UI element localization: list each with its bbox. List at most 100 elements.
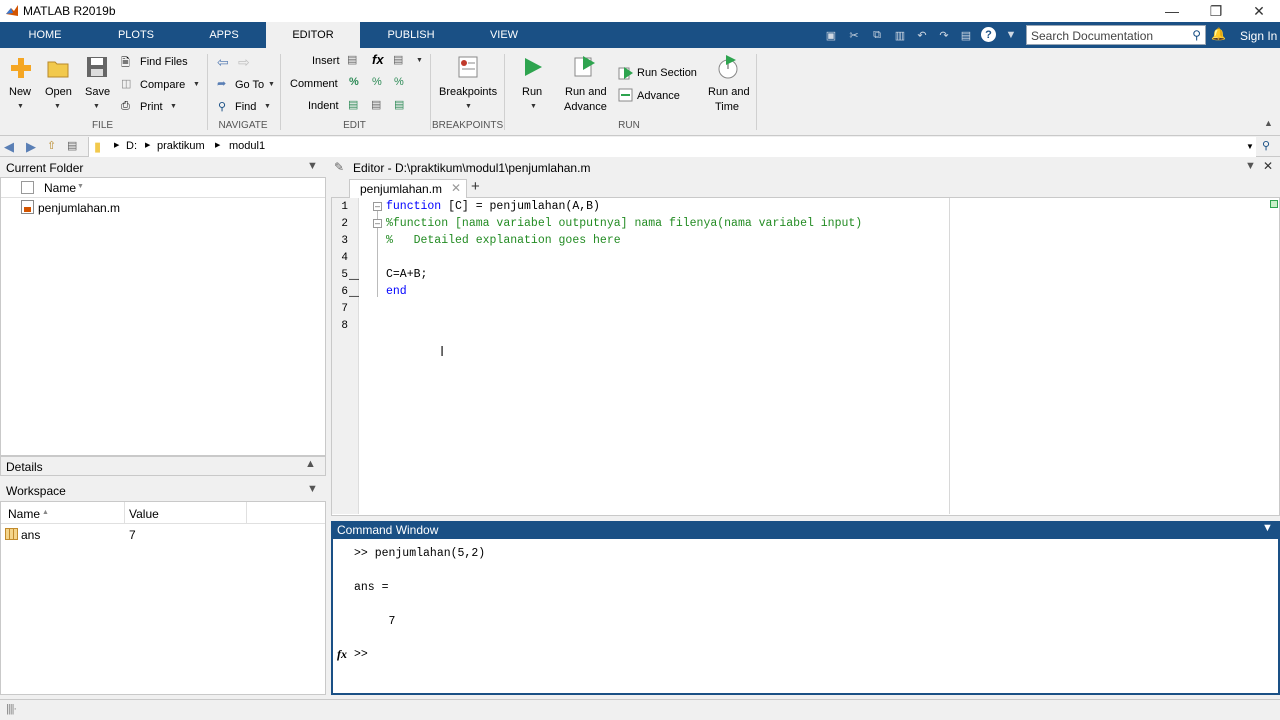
copy-quick-icon[interactable]: ⧉ [869, 27, 885, 43]
insert-icon[interactable]: ▤ [347, 53, 357, 66]
fx-function-browser-icon[interactable]: fx [337, 647, 347, 662]
open-button[interactable]: Open [45, 86, 72, 98]
editor-menu-icon[interactable]: ▼ [1245, 160, 1256, 172]
undo-quick-icon[interactable]: ↶ [914, 27, 930, 43]
find-button[interactable]: Find [235, 101, 256, 113]
wrap-comment-icon[interactable]: % [394, 76, 404, 88]
collapse-details-icon[interactable]: ▲ [305, 458, 316, 470]
indent-button[interactable]: Indent [308, 100, 339, 112]
code-analyzer-indicator-icon[interactable] [1270, 200, 1278, 208]
code-line-3[interactable]: % Detailed explanation goes here [386, 234, 621, 247]
fold-function-icon[interactable]: – [373, 202, 382, 211]
comment-button[interactable]: Comment [290, 78, 338, 90]
sort-icon[interactable]: ▼ [77, 183, 84, 190]
code-line-6[interactable]: end [386, 285, 407, 298]
tab-view[interactable]: VIEW [462, 22, 546, 48]
notification-bell-icon[interactable]: 🔔 [1211, 27, 1226, 41]
run-and-advance-line2[interactable]: Advance [564, 101, 607, 113]
help-icon[interactable]: ? [981, 27, 996, 42]
code-line-5[interactable]: C=A+B; [386, 268, 427, 281]
go-to-button[interactable]: Go To [235, 79, 264, 91]
close-editor-icon[interactable]: ✕ [1263, 159, 1273, 173]
path-folder-praktikum[interactable]: praktikum [157, 140, 205, 152]
forward-arrow-icon[interactable]: ⇨ [238, 54, 250, 71]
command-window-menu-icon[interactable]: ▼ [1262, 522, 1273, 534]
file-list-item[interactable]: penjumlahan.m [38, 201, 120, 215]
workspace-name-column[interactable]: Name [8, 507, 40, 521]
insert-button[interactable]: Insert [312, 55, 340, 67]
close-icon[interactable]: ✕ [1237, 0, 1280, 22]
advance-button[interactable]: Advance [637, 90, 680, 102]
find-dropdown-icon[interactable]: ▼ [264, 103, 271, 110]
search-folder-icon[interactable]: ⚲ [1262, 139, 1270, 152]
restore-icon[interactable]: ❐ [1194, 0, 1238, 22]
minimize-icon[interactable]: — [1150, 0, 1194, 22]
save-quick-icon[interactable]: ▣ [823, 27, 839, 43]
panel-menu-icon[interactable]: ▼ [307, 160, 318, 172]
paste-quick-icon[interactable]: ▥ [892, 27, 908, 43]
compare-button[interactable]: Compare [140, 79, 185, 91]
breakpoints-dropdown-icon[interactable]: ▼ [465, 103, 472, 110]
compare-dropdown-icon[interactable]: ▼ [193, 81, 200, 88]
workspace-value-column[interactable]: Value [129, 507, 159, 521]
breakpoint-dash-icon[interactable]: — [349, 274, 359, 285]
new-tab-plus-icon[interactable]: + [471, 178, 480, 195]
path-dropdown-icon[interactable]: ▼ [1246, 142, 1254, 151]
find-files-button[interactable]: Find Files [140, 56, 188, 68]
redo-quick-icon[interactable]: ↷ [936, 27, 952, 43]
breakpoints-button[interactable]: Breakpoints [439, 86, 497, 98]
save-button[interactable]: Save [85, 86, 110, 98]
run-and-time-line2[interactable]: Time [715, 101, 739, 113]
command-window-panel[interactable] [331, 539, 1280, 695]
switch-windows-icon[interactable]: ▤ [958, 27, 974, 43]
edit-dropdown-icon[interactable]: ▼ [416, 57, 423, 64]
save-dropdown-icon[interactable]: ▼ [93, 103, 100, 110]
tab-editor[interactable]: EDITOR [266, 22, 360, 48]
run-and-advance-line1[interactable]: Run and [565, 86, 607, 98]
go-to-dropdown-icon[interactable]: ▼ [268, 81, 275, 88]
print-dropdown-icon[interactable]: ▼ [170, 103, 177, 110]
run-button[interactable]: Run [522, 86, 542, 98]
run-dropdown-icon[interactable]: ▼ [530, 103, 537, 110]
uncomment-icon[interactable]: % [372, 76, 382, 88]
workspace-menu-icon[interactable]: ▼ [307, 483, 318, 495]
command-prompt[interactable]: >> [354, 648, 368, 661]
path-folder-modul1[interactable]: modul1 [229, 140, 265, 152]
code-line-2[interactable]: %function [nama variabel outputnya] nama… [386, 217, 862, 230]
new-dropdown-icon[interactable]: ▼ [17, 103, 24, 110]
help-menu-icon[interactable]: ▼ [1003, 27, 1019, 43]
collapse-ribbon-icon[interactable]: ▲ [1264, 118, 1273, 128]
up-folder-icon[interactable]: ⇧ [47, 139, 56, 152]
search-icon[interactable]: ⚲ [1192, 28, 1201, 42]
workspace-variable-name[interactable]: ans [21, 528, 40, 542]
tab-plots[interactable]: PLOTS [90, 22, 182, 48]
sign-in-link[interactable]: Sign In [1240, 29, 1277, 43]
close-tab-icon[interactable]: ✕ [451, 181, 461, 195]
sort-asc-icon[interactable]: ▲ [42, 509, 49, 516]
back-arrow-icon[interactable]: ⇦ [217, 54, 229, 71]
new-button[interactable]: New [9, 86, 31, 98]
breakpoint-dash-icon[interactable]: — [349, 291, 359, 302]
forward-folder-icon[interactable]: ▶ [26, 139, 36, 155]
tab-home[interactable]: HOME [0, 22, 90, 48]
run-and-time-line1[interactable]: Run and [708, 86, 750, 98]
browse-folder-icon[interactable]: ▤ [67, 139, 77, 152]
smart-indent-icon[interactable]: ▤ [348, 98, 358, 111]
code-line-1[interactable]: function [C] = penjumlahan(A,B) [386, 200, 600, 213]
indent-icon[interactable]: ▤ [371, 98, 381, 111]
run-section-button[interactable]: Run Section [637, 67, 697, 79]
fold-comment-icon[interactable]: – [373, 219, 382, 228]
print-button[interactable]: Print [140, 101, 163, 113]
back-folder-icon[interactable]: ◀ [4, 139, 14, 155]
comment-percent-icon[interactable]: % [349, 76, 359, 88]
details-header[interactable]: Details ▲ [0, 456, 326, 476]
fx-insert-function-icon[interactable]: fx [372, 52, 384, 67]
editor-tab-penjumlahan[interactable]: penjumlahan.m ✕ [349, 179, 467, 198]
outdent-icon[interactable]: ▤ [394, 98, 404, 111]
tab-publish[interactable]: PUBLISH [360, 22, 462, 48]
open-dropdown-icon[interactable]: ▼ [54, 103, 61, 110]
search-documentation-input[interactable]: Search Documentation ⚲ [1026, 25, 1206, 45]
function-template-icon[interactable]: ▤ [393, 53, 403, 66]
cut-quick-icon[interactable]: ✂ [846, 27, 862, 43]
current-folder-name-column[interactable]: Name [44, 181, 76, 195]
